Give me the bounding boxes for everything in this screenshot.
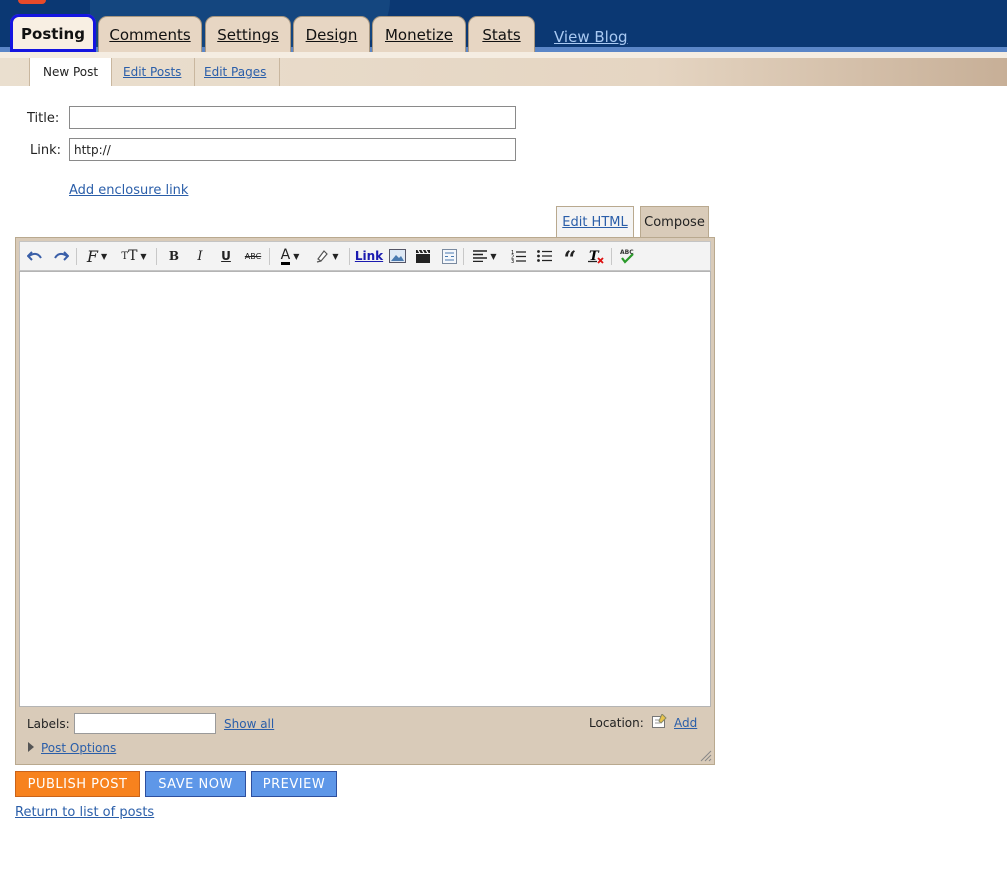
link-input[interactable] (69, 138, 516, 161)
show-all-labels-link[interactable]: Show all (224, 717, 274, 731)
add-enclosure-link[interactable]: Add enclosure link (69, 183, 188, 198)
top-header: Posting Comments Settings Design Monetiz… (0, 0, 1007, 52)
view-blog-link[interactable]: View Blog (554, 28, 628, 46)
post-body-editor[interactable] (19, 271, 711, 707)
toolbar-separator (611, 248, 612, 265)
text-color-icon[interactable]: A ▼ (275, 246, 305, 266)
toolbar-separator (349, 248, 350, 265)
tab-compose[interactable]: Compose (640, 206, 709, 238)
sub-navigation: New Post Edit Posts Edit Pages (0, 52, 1007, 86)
svg-text:3: 3 (511, 259, 514, 263)
blogger-logo[interactable] (18, 0, 46, 4)
toolbar-separator (463, 248, 464, 265)
title-input[interactable] (69, 106, 516, 129)
tab-design[interactable]: Design (293, 16, 370, 52)
italic-icon[interactable]: I (191, 246, 209, 266)
bullet-list-icon[interactable] (535, 246, 553, 266)
toolbar-separator (269, 248, 270, 265)
labels-input[interactable] (74, 713, 216, 734)
preview-button[interactable]: PREVIEW (251, 771, 337, 797)
bold-icon[interactable]: B (165, 246, 183, 266)
blockquote-icon[interactable]: “ (561, 246, 579, 271)
numbered-list-icon[interactable]: 123 (509, 246, 527, 266)
post-editor: F ▼ TT ▼ B I U ABC A ▼ ▼ Link ▼ 1 2 3 “ … (15, 237, 715, 765)
toolbar-separator (156, 248, 157, 265)
link-icon[interactable]: Link (355, 246, 383, 266)
spellcheck-icon[interactable]: ABC (618, 246, 636, 266)
subnav-new-post[interactable]: New Post (29, 58, 113, 86)
subnav-edit-pages[interactable]: Edit Pages (191, 58, 281, 86)
insert-image-icon[interactable] (388, 246, 406, 266)
return-to-posts-link[interactable]: Return to list of posts (15, 805, 154, 820)
jump-break-icon[interactable] (440, 246, 458, 266)
edit-html-label: Edit HTML (562, 215, 628, 230)
resize-grip-icon[interactable] (699, 749, 712, 766)
tab-settings[interactable]: Settings (205, 16, 291, 52)
highlight-color-icon[interactable]: ▼ (312, 246, 342, 266)
tab-monetize[interactable]: Monetize (372, 16, 466, 52)
toolbar-separator (76, 248, 77, 265)
location-add-icon[interactable] (652, 713, 667, 732)
labels-label: Labels: (27, 717, 70, 731)
font-family-icon[interactable]: F ▼ (82, 246, 112, 266)
title-label: Title: (27, 111, 60, 126)
location-add-link[interactable]: Add (674, 716, 697, 730)
strikethrough-icon[interactable]: ABC (241, 246, 265, 266)
underline-icon[interactable]: U (217, 246, 235, 266)
tab-comments[interactable]: Comments (98, 16, 202, 52)
tab-stats[interactable]: Stats (468, 16, 535, 52)
save-now-button[interactable]: SAVE NOW (145, 771, 246, 797)
post-options-link[interactable]: Post Options (41, 741, 116, 755)
insert-video-icon[interactable] (414, 246, 432, 266)
link-label: Link: (30, 143, 62, 158)
align-icon[interactable]: ▼ (470, 246, 500, 266)
editor-toolbar: F ▼ TT ▼ B I U ABC A ▼ ▼ Link ▼ 1 2 3 “ … (19, 241, 711, 271)
tab-edit-html[interactable]: Edit HTML (556, 206, 634, 238)
redo-icon[interactable] (52, 246, 70, 266)
location-label: Location: (589, 716, 644, 730)
tab-posting[interactable]: Posting (10, 14, 96, 52)
subnav-edit-posts[interactable]: Edit Posts (110, 58, 196, 86)
compose-label: Compose (644, 215, 705, 230)
undo-icon[interactable] (26, 246, 44, 266)
publish-post-button[interactable]: PUBLISH POST (15, 771, 140, 797)
post-options-triangle-icon[interactable] (27, 741, 35, 756)
remove-formatting-icon[interactable]: T (587, 246, 605, 266)
font-size-icon[interactable]: TT ▼ (118, 246, 150, 266)
